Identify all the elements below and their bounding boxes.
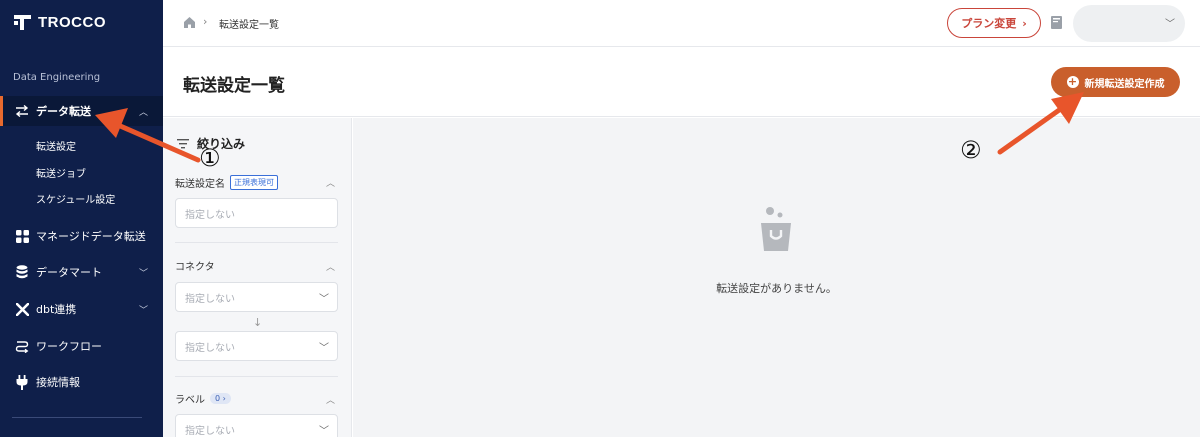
docs-book-icon[interactable] [1050, 15, 1064, 30]
brand-name: TROCCO [38, 14, 106, 31]
chevron-down-icon: ﹀ [319, 425, 329, 437]
filter-connector-label: コネクタ [175, 258, 215, 273]
sidebar-item-label: マネージドデータ転送 [36, 230, 146, 243]
sidebar-subitem-transfer-jobs[interactable]: 転送ジョブ [36, 165, 86, 180]
sidebar-subitem-transfer-settings[interactable]: 転送設定 [36, 138, 76, 153]
label-select-value: 指定しない [185, 425, 235, 437]
new-transfer-setting-button[interactable]: + 新規転送設定作成 [1051, 67, 1180, 97]
sidebar-item-label: データ転送 [36, 105, 91, 118]
workflow-icon [15, 339, 29, 353]
plug-icon [15, 374, 29, 390]
chevron-down-icon: ﹀ [139, 305, 149, 316]
sidebar-divider [12, 417, 142, 418]
chevron-up-icon[interactable]: ︿ [326, 260, 335, 273]
connector-to-select[interactable]: 指定しない ﹀ [175, 331, 338, 361]
arrow-down-icon: ↓ [253, 316, 263, 329]
plus-circle-icon: + [1066, 75, 1079, 88]
connector-from-select[interactable]: 指定しない ﹀ [175, 282, 338, 312]
grid-icon [15, 229, 29, 243]
filter-panel: 絞り込み 転送設定名 正規表現可 ︿ 指定しない コネクタ ︿ 指定しない ﹀ … [163, 118, 352, 437]
filter-divider [175, 376, 338, 377]
chevron-down-icon: ﹀ [139, 268, 149, 279]
trocco-logo-icon [14, 15, 31, 30]
breadcrumb-separator-icon: › [203, 15, 208, 28]
filter-icon [177, 138, 189, 148]
section-label: Data Engineering [13, 72, 101, 83]
sidebar-item-connections[interactable]: 接続情報 [0, 367, 163, 397]
chevron-up-icon[interactable]: ︿ [326, 176, 335, 189]
filter-label-text: ラベル [175, 395, 205, 406]
sidebar-item-datamart[interactable]: データマート ﹀ [0, 257, 163, 287]
annotation-number-1: ① [199, 144, 221, 172]
logo[interactable]: TROCCO [14, 14, 106, 31]
page-title: 転送設定一覧 [183, 76, 285, 96]
empty-message: 転送設定がありません。 [716, 282, 837, 295]
topbar: › 転送設定一覧 プラン変更 › ﹀ [163, 0, 1200, 47]
connector-from-value: 指定しない [185, 293, 235, 305]
chevron-down-icon: ﹀ [319, 293, 329, 305]
regex-tag: 正規表現可 [230, 175, 278, 190]
sidebar-item-managed-transfer[interactable]: マネージドデータ転送 [0, 221, 163, 251]
database-icon [15, 265, 29, 279]
chevron-up-icon[interactable]: ︿ [326, 393, 335, 406]
sidebar-item-label: ワークフロー [36, 340, 102, 353]
sidebar-item-workflow[interactable]: ワークフロー [0, 331, 163, 361]
plan-change-button[interactable]: プラン変更 › [947, 8, 1041, 38]
home-icon[interactable] [183, 16, 196, 29]
annotation-number-2: ② [960, 136, 982, 164]
filter-divider [175, 242, 338, 243]
chevron-up-icon: ︿ [139, 107, 149, 118]
user-menu[interactable]: ﹀ [1073, 5, 1185, 42]
sidebar-subitem-schedule[interactable]: スケジュール設定 [36, 191, 115, 206]
filter-name-text: 転送設定名 [175, 179, 225, 190]
filter-label-label: ラベル 0 › [175, 391, 231, 406]
filter-name-label: 転送設定名 正規表現可 [175, 175, 278, 190]
transfer-icon [15, 104, 29, 118]
connector-to-value: 指定しない [185, 342, 235, 354]
filter-name-input[interactable]: 指定しない [175, 198, 338, 228]
dbt-icon [15, 302, 29, 316]
sidebar-item-label: データマート [36, 266, 102, 279]
new-transfer-setting-label: 新規転送設定作成 [1084, 78, 1165, 90]
sidebar-item-label: dbt連携 [36, 303, 77, 316]
empty-bin-icon [761, 207, 791, 251]
chevron-down-icon: ﹀ [1165, 19, 1175, 30]
sidebar-item-label: 接続情報 [36, 376, 80, 389]
sidebar-item-dbt[interactable]: dbt連携 ﹀ [0, 294, 163, 324]
filter-connector-text: コネクタ [175, 262, 215, 273]
sidebar: TROCCO Data Engineering データ転送 ︿ 転送設定 転送ジ… [0, 0, 163, 437]
sidebar-item-data-transfer[interactable]: データ転送 ︿ [0, 96, 163, 126]
breadcrumb: 転送設定一覧 [219, 20, 279, 31]
page-header: 転送設定一覧 + 新規転送設定作成 [163, 47, 1200, 117]
main-content: 転送設定がありません。 [353, 118, 1200, 437]
chevron-right-icon: › [1022, 16, 1027, 30]
label-select[interactable]: 指定しない ﹀ [175, 414, 338, 437]
plan-change-label: プラン変更 [961, 17, 1017, 30]
label-count: 0 [215, 394, 221, 403]
label-count-badge: 0 › [210, 393, 231, 404]
chevron-down-icon: ﹀ [319, 342, 329, 354]
